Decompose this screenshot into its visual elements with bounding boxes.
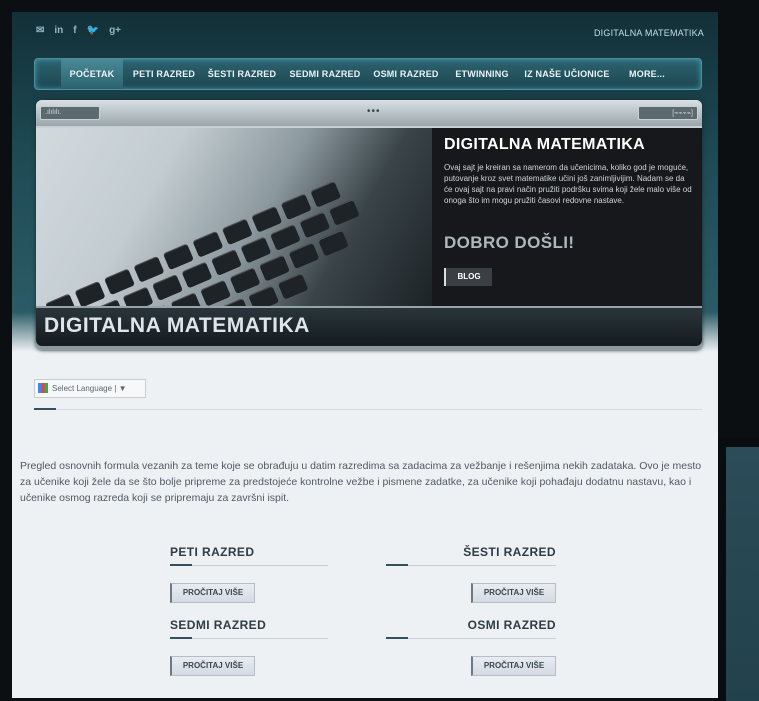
hero-top-bar: .ılılılı. ••• [⌁⌁⌁⌁] (36, 100, 702, 126)
section-underline (386, 565, 556, 566)
section-underline (386, 638, 556, 639)
hero-title: DIGITALNA MATEMATIKA (444, 136, 645, 153)
site-name[interactable]: DIGITALNA MATEMATIKA (594, 28, 704, 38)
read-more-button[interactable]: PROČITAJ VIŠE (170, 656, 255, 676)
content-divider (34, 409, 702, 410)
hero-text-panel: DIGITALNA MATEMATIKA Ovaj sajt je kreira… (432, 128, 702, 306)
email-icon[interactable]: ✉ (36, 26, 44, 36)
nav-pocetak[interactable]: POČETAK (61, 59, 123, 89)
social-links: ✉ in f 🐦 g+ (36, 26, 121, 36)
divider-accent (34, 408, 56, 410)
keyboard-keys (36, 128, 432, 306)
nav-iz-nase-ucionice[interactable]: IZ NAŠE UČIONICE (521, 59, 613, 89)
nav-sedmi-razred[interactable]: SEDMI RAZRED (287, 59, 363, 89)
nav-more[interactable]: MORE... (623, 59, 671, 89)
welcome-heading: DOBRO DOŠLI! (444, 233, 575, 252)
google-translate-icon (38, 383, 48, 393)
web-page: ✉ in f 🐦 g+ DIGITALNA MATEMATIKA POČETAK… (12, 12, 718, 698)
section-underline (170, 638, 328, 639)
twitter-icon[interactable]: 🐦 (87, 26, 99, 36)
top-bar: ✉ in f 🐦 g+ DIGITALNA MATEMATIKA (12, 12, 718, 52)
slider-left-indicator: .ılılılı. (40, 106, 100, 120)
section-title: ŠESTI RAZRED (463, 545, 556, 559)
hero-description: Ovaj sajt je kreiran sa namerom da učeni… (444, 163, 692, 205)
blog-button[interactable]: BLOG (444, 268, 492, 286)
language-selector[interactable]: Select Language | ▼ (34, 379, 146, 398)
section-underline-accent (386, 637, 408, 639)
hero-caption-bar: DIGITALNA MATEMATIKA (36, 308, 702, 346)
section-peti-razred: PETI RAZRED PROČITAJ VIŠE (158, 545, 328, 603)
read-more-button[interactable]: PROČITAJ VIŠE (471, 656, 556, 676)
main-nav: POČETAK PETI RAZRED ŠESTI RAZRED SEDMI R… (34, 58, 702, 90)
slider-right-indicator: [⌁⌁⌁⌁] (638, 106, 698, 120)
section-underline-accent (386, 564, 408, 566)
section-underline (170, 565, 328, 566)
nav-sesti-razred[interactable]: ŠESTI RAZRED (205, 59, 279, 89)
section-sedmi-razred: SEDMI RAZRED PROČITAJ VIŠE (158, 618, 328, 676)
slider-dots[interactable]: ••• (367, 106, 381, 117)
section-underline-accent (170, 637, 192, 639)
intro-text: Pregled osnovnih formula vezanih za teme… (20, 460, 702, 504)
read-more-button[interactable]: PROČITAJ VIŠE (471, 583, 556, 603)
section-osmi-razred: OSMI RAZRED PROČITAJ VIŠE (386, 618, 556, 676)
side-panel (718, 437, 759, 701)
section-underline-accent (170, 564, 192, 566)
section-title: SEDMI RAZRED (170, 618, 267, 632)
section-sesti-razred: ŠESTI RAZRED PROČITAJ VIŠE (386, 545, 556, 603)
linkedin-icon[interactable]: in (54, 26, 63, 36)
hero-caption-text: DIGITALNA MATEMATIKA (44, 314, 310, 337)
read-more-button[interactable]: PROČITAJ VIŠE (170, 583, 255, 603)
section-title: OSMI RAZRED (467, 618, 556, 632)
nav-osmi-razred[interactable]: OSMI RAZRED (371, 59, 441, 89)
nav-etwinning[interactable]: ETWINNING (451, 59, 513, 89)
section-title: PETI RAZRED (170, 545, 255, 559)
nav-peti-razred[interactable]: PETI RAZRED (131, 59, 197, 89)
hero-slider: .ılılılı. ••• [⌁⌁⌁⌁] DIGITALNA MATEMATIK… (36, 100, 702, 350)
google-plus-icon[interactable]: g+ (109, 26, 121, 36)
laptop-keyboard-image (36, 128, 432, 306)
screen-frame: ✉ in f 🐦 g+ DIGITALNA MATEMATIKA POČETAK… (0, 0, 759, 701)
facebook-icon[interactable]: f (73, 26, 76, 36)
language-selector-label: Select Language | ▼ (52, 384, 127, 393)
